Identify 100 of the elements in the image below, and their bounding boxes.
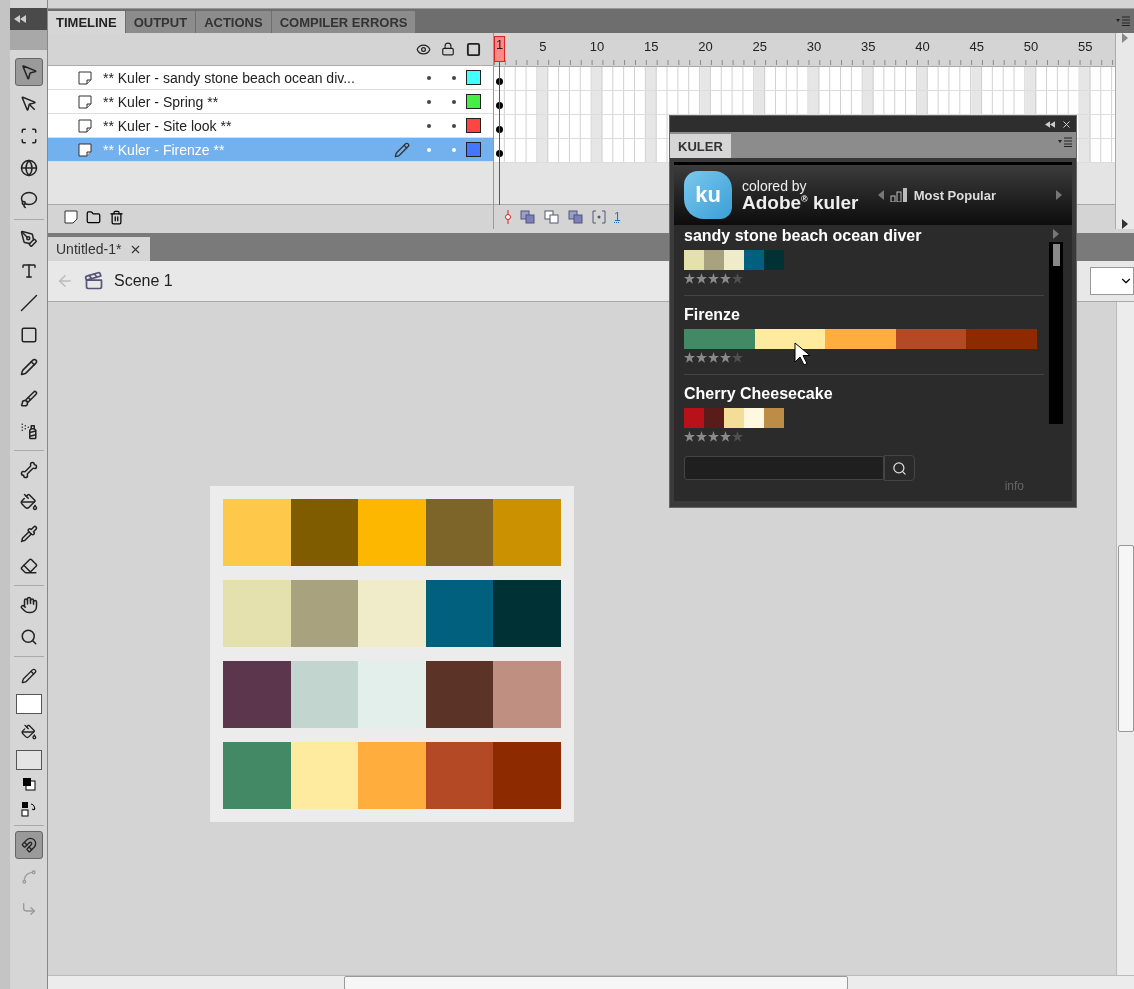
- toolbar-grip[interactable]: [10, 30, 47, 50]
- text-tool-icon: [19, 262, 38, 280]
- frame-number: 40: [915, 39, 930, 54]
- smooth-icon: [20, 869, 37, 885]
- frame-number: 20: [698, 39, 713, 54]
- panel-tab[interactable]: OUTPUT: [125, 11, 196, 33]
- frame-number: 45: [969, 39, 985, 54]
- straighten-icon: [20, 901, 37, 917]
- horizontal-scrollbar[interactable]: [48, 975, 1134, 989]
- marker-range-icon[interactable]: [592, 210, 606, 224]
- color-swatch[interactable]: [493, 499, 561, 566]
- tool-option-button[interactable]: [14, 831, 43, 859]
- layer-row[interactable]: ** Kuler - sandy stone beach ocean div...: [48, 66, 493, 90]
- star-icon: [732, 431, 743, 442]
- tagline: colored by: [742, 178, 807, 193]
- panel-tab[interactable]: TIMELINE: [48, 11, 125, 33]
- zoom-icon: [19, 628, 38, 646]
- layer-color-box[interactable]: [466, 142, 481, 157]
- folder-icon[interactable]: [86, 209, 101, 225]
- eye-icon[interactable]: [416, 41, 431, 57]
- star-icon: [732, 273, 743, 284]
- color-swatch[interactable]: [493, 580, 561, 647]
- color-swatch[interactable]: [358, 661, 426, 728]
- zoom-dropdown[interactable]: [1090, 267, 1134, 295]
- color-swatch[interactable]: [358, 742, 426, 809]
- playhead-marker[interactable]: 1: [494, 36, 505, 62]
- color-swatch[interactable]: [223, 742, 291, 809]
- swap-colors-icon[interactable]: [20, 801, 37, 817]
- pencil-icon: [19, 358, 38, 376]
- trash-icon[interactable]: [109, 209, 124, 225]
- lock-dot[interactable]: [451, 99, 456, 104]
- search-icon: [892, 460, 907, 476]
- scrollbar[interactable]: [1049, 242, 1063, 424]
- layer-row[interactable]: ** Kuler - Spring **: [48, 90, 493, 114]
- layer-color-box[interactable]: [466, 118, 481, 133]
- search-field[interactable]: [684, 456, 884, 480]
- next-icon[interactable]: [1056, 190, 1062, 200]
- filter-label[interactable]: Most Popular: [913, 187, 996, 203]
- fill-color-swatch[interactable]: [15, 750, 42, 770]
- scroll-right-icon[interactable]: [1122, 219, 1128, 229]
- layer-row[interactable]: ** Kuler - Site look **: [48, 114, 493, 138]
- lock-dot[interactable]: [451, 123, 456, 128]
- vertical-scrollbar[interactable]: [1116, 302, 1134, 975]
- edit-frames-icon[interactable]: [568, 210, 584, 224]
- onion-outline-icon[interactable]: [544, 210, 560, 224]
- layer-color-box[interactable]: [466, 70, 481, 85]
- visibility-dot[interactable]: [426, 123, 431, 128]
- panel-tab[interactable]: COMPILER ERRORS: [271, 11, 416, 33]
- document-tab[interactable]: Untitled-1*: [48, 237, 151, 261]
- color-swatch[interactable]: [290, 499, 359, 566]
- magnet-icon: [20, 837, 37, 853]
- color-swatch[interactable]: [223, 499, 291, 566]
- visibility-dot[interactable]: [426, 147, 431, 152]
- default-colors-icon[interactable]: [21, 777, 36, 791]
- theme-name[interactable]: sandy stone beach ocean diver: [684, 227, 1044, 245]
- color-swatch[interactable]: [223, 580, 291, 647]
- new-layer-icon[interactable]: [64, 210, 78, 224]
- visibility-dot[interactable]: [426, 75, 431, 80]
- layer-name: ** Kuler - Spring **: [103, 93, 220, 110]
- current-frame-number[interactable]: 1: [614, 210, 621, 224]
- frame-number: 5: [539, 39, 547, 54]
- search-button[interactable]: [884, 455, 915, 481]
- color-swatch[interactable]: [358, 499, 426, 566]
- color-swatch[interactable]: [493, 742, 561, 809]
- theme-name[interactable]: Firenze: [684, 306, 1044, 324]
- spray-can-icon: [19, 422, 38, 440]
- previous-icon[interactable]: [877, 190, 884, 200]
- color-swatch[interactable]: [425, 499, 494, 566]
- lock-dot[interactable]: [451, 147, 456, 152]
- panel-tab[interactable]: KULER: [670, 134, 731, 158]
- color-swatch[interactable]: [425, 661, 494, 728]
- color-swatch[interactable]: [290, 742, 359, 809]
- lock-icon[interactable]: [441, 42, 455, 56]
- panel-menu-icon[interactable]: [1058, 137, 1072, 147]
- tool-button[interactable]: [14, 58, 43, 86]
- frame-number: 15: [644, 39, 659, 54]
- color-swatch[interactable]: [493, 661, 561, 728]
- color-swatch[interactable]: [425, 742, 494, 809]
- theme-name[interactable]: Cherry Cheesecake: [684, 385, 1044, 403]
- star-icon: [720, 273, 731, 284]
- close-icon[interactable]: [1061, 118, 1072, 130]
- color-swatch[interactable]: [290, 580, 359, 647]
- color-swatch[interactable]: [358, 580, 426, 647]
- frame-number: 55: [1078, 39, 1093, 54]
- stroke-color-swatch[interactable]: [15, 694, 42, 714]
- color-swatch[interactable]: [290, 661, 359, 728]
- panel-menu-icon[interactable]: [1116, 16, 1130, 26]
- visibility-dot[interactable]: [426, 99, 431, 104]
- center-frame-icon[interactable]: [504, 210, 512, 224]
- collapse-icon[interactable]: [14, 15, 26, 23]
- layer-color-box[interactable]: [466, 94, 481, 109]
- color-swatch[interactable]: [223, 661, 291, 728]
- outline-icon[interactable]: [466, 41, 481, 57]
- scene-label[interactable]: Scene 1: [114, 272, 173, 290]
- color-swatch[interactable]: [425, 580, 494, 647]
- collapse-icon[interactable]: [1045, 120, 1055, 128]
- panel-tab[interactable]: ACTIONS: [196, 11, 271, 33]
- frame-number: 10: [589, 39, 605, 54]
- lock-dot[interactable]: [451, 75, 456, 80]
- onion-skin-icon[interactable]: [520, 210, 536, 224]
